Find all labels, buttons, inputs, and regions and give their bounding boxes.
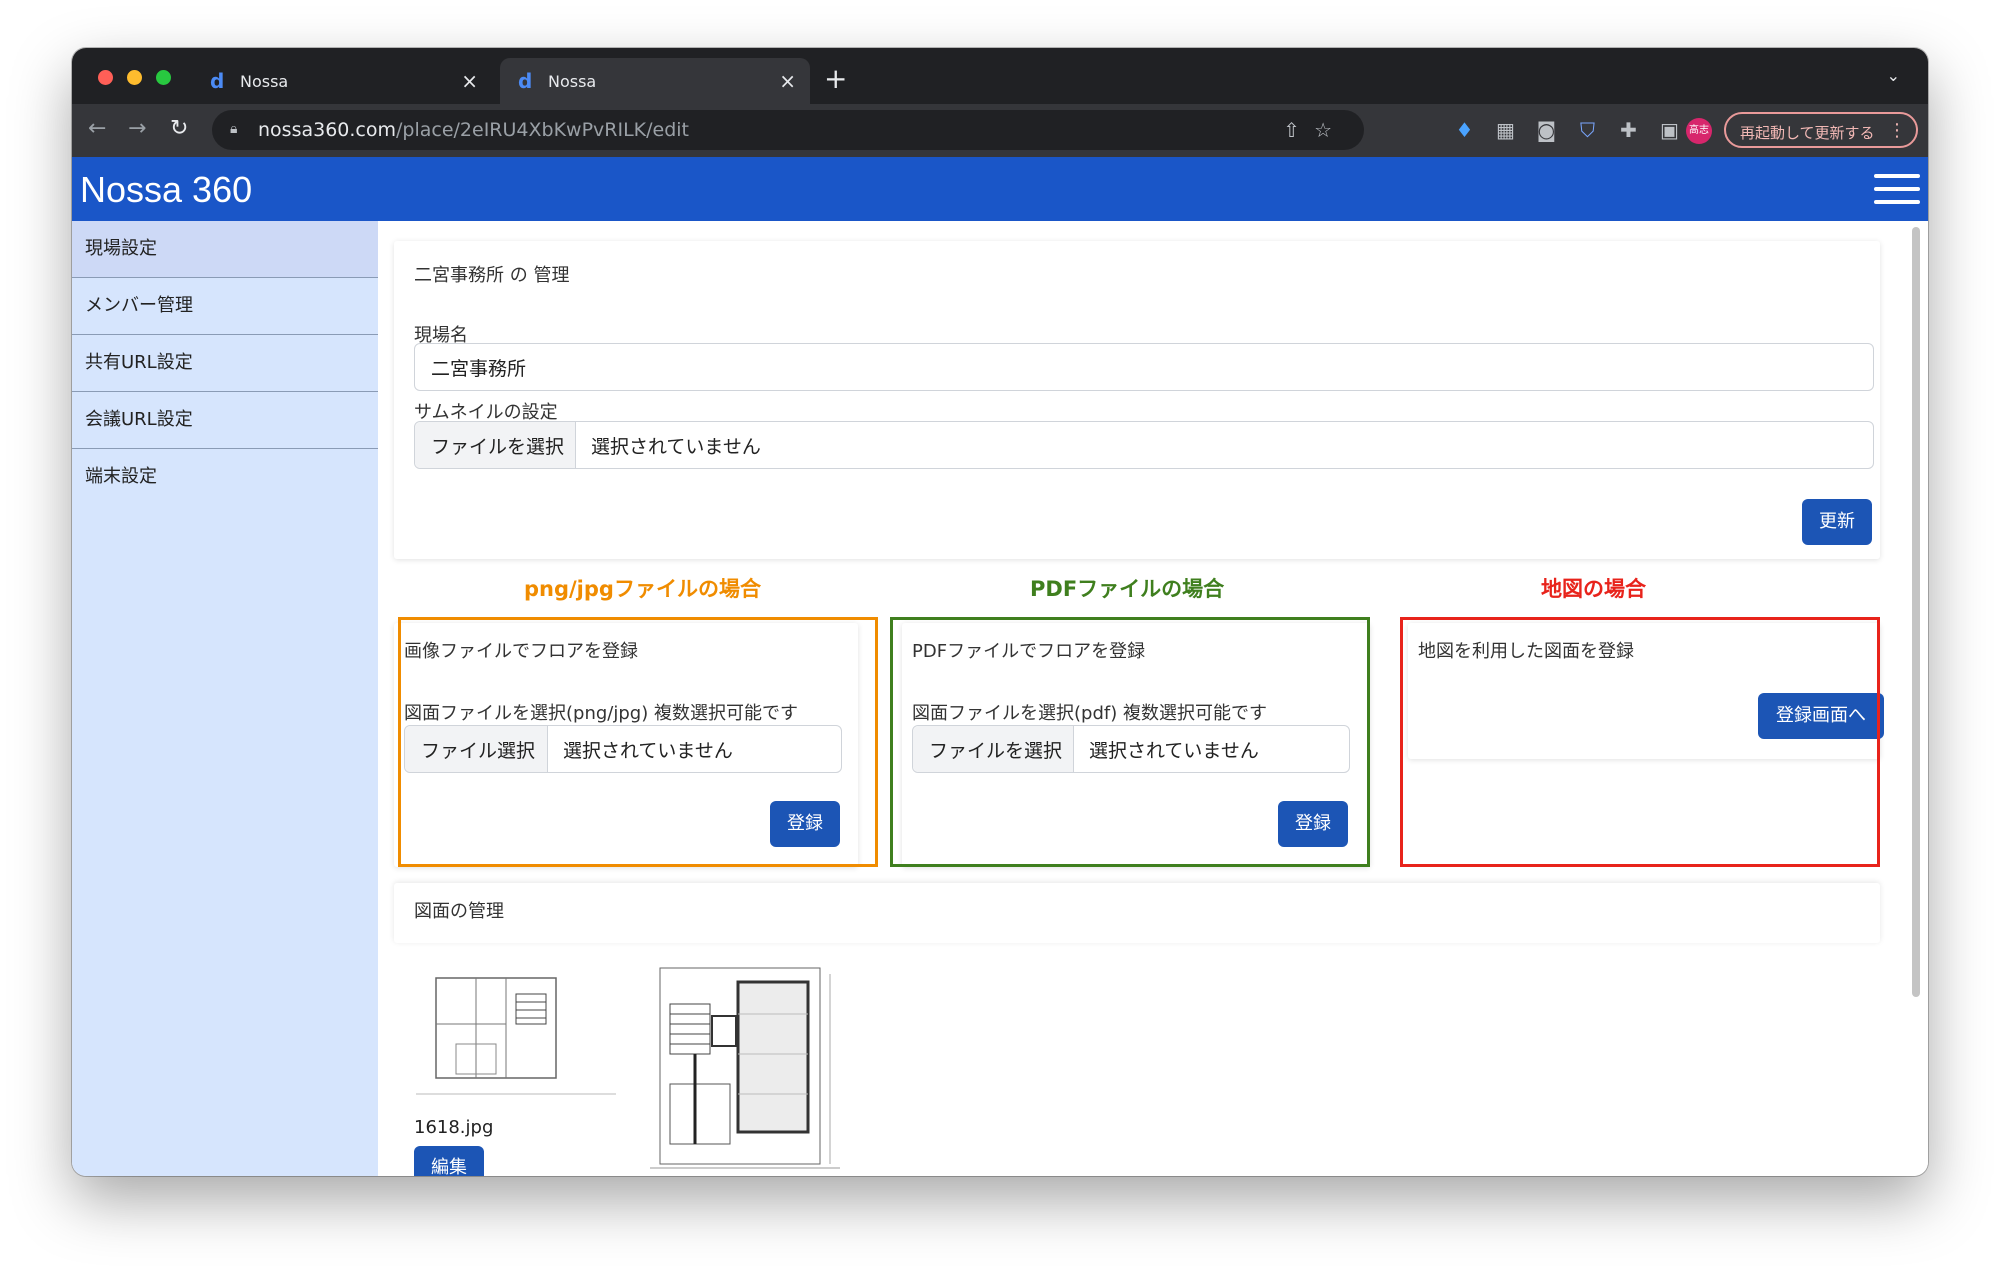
choose-file-button[interactable]: ファイルを選択: [415, 422, 576, 468]
sidebar-item-members[interactable]: メンバー管理: [72, 278, 378, 335]
tab-title: Nossa: [240, 72, 289, 91]
forward-arrow-icon[interactable]: →: [128, 116, 146, 141]
main-content: 二宮事務所 の 管理 現場名 二宮事務所 サムネイルの設定 ファイルを選択 選択…: [378, 221, 1928, 1176]
sidebar-item-share-url[interactable]: 共有URL設定: [72, 335, 378, 392]
drawing-filename: 1618.jpg: [414, 1117, 494, 1138]
new-tab-plus-icon[interactable]: +: [824, 62, 847, 95]
annotation-map: 地図の場合: [1541, 577, 1646, 601]
puzzle-extensions-icon[interactable]: ✚: [1608, 118, 1649, 142]
app-header: Nossa 360: [72, 157, 1928, 221]
relaunch-label: 再起動して更新する: [1740, 124, 1875, 142]
browser-window: d Nossa × d Nossa × + ⌄ ← → ↻ 🔒︎ nossa36…: [72, 48, 1928, 1176]
browser-tab-1[interactable]: d Nossa ×: [192, 58, 492, 104]
address-bar[interactable]: 🔒︎ nossa360.com/place/2eIRU4XbKwPvRILK/e…: [212, 110, 1364, 150]
window-controls: [98, 70, 180, 89]
tab-bar: d Nossa × d Nossa × + ⌄: [72, 48, 1928, 104]
sidebar-item-site-settings[interactable]: 現場設定: [72, 221, 378, 278]
site-settings-card: 二宮事務所 の 管理 現場名 二宮事務所 サムネイルの設定 ファイルを選択 選択…: [394, 241, 1880, 559]
site-name-value: 二宮事務所: [431, 358, 527, 380]
edit-button[interactable]: 編集: [414, 1146, 484, 1176]
tab-search-chevron-icon[interactable]: ⌄: [1887, 66, 1900, 85]
browser-tab-2[interactable]: d Nossa ×: [500, 58, 810, 104]
more-menu-icon[interactable]: ⋮: [1888, 120, 1906, 141]
sidebar: 現場設定 メンバー管理 共有URL設定 会議URL設定 端末設定: [72, 221, 378, 1176]
omnibox-actions: ⇧☆: [1283, 118, 1346, 142]
relaunch-update-button[interactable]: 再起動して更新する ⋮: [1724, 112, 1918, 148]
sidebar-item-meeting-url[interactable]: 会議URL設定: [72, 392, 378, 449]
annotation-box-image: [398, 617, 878, 867]
camera-icon[interactable]: ◙: [1526, 118, 1567, 142]
brand-logo[interactable]: Nossa 360: [80, 169, 252, 211]
back-arrow-icon[interactable]: ←: [88, 116, 106, 141]
card-title: 図面の管理: [414, 901, 504, 922]
nossa-favicon-icon: d: [210, 69, 225, 93]
file-status: 選択されていません: [591, 436, 761, 458]
side-panel-icon[interactable]: ▣: [1649, 118, 1690, 142]
url-path: /place/2eIRU4XbKwPvRILK/edit: [396, 119, 690, 141]
share-icon[interactable]: ⇧: [1283, 118, 1314, 142]
sidebar-item-devices[interactable]: 端末設定: [72, 449, 378, 505]
reload-icon[interactable]: ↻: [170, 116, 188, 141]
hamburger-menu-icon[interactable]: [1874, 174, 1920, 204]
lock-icon: 🔒︎: [230, 121, 238, 137]
annotation-box-map: [1400, 617, 1880, 867]
browser-toolbar: ← → ↻ 🔒︎ nossa360.com/place/2eIRU4XbKwPv…: [72, 104, 1928, 157]
close-window-button[interactable]: [98, 70, 113, 85]
floor-plan-thumbnail-2[interactable]: [640, 954, 850, 1176]
bitwarden-shield-icon[interactable]: ⛉: [1567, 118, 1608, 142]
annotation-box-pdf: [890, 617, 1370, 867]
vertical-scrollbar[interactable]: [1912, 227, 1920, 997]
close-tab-icon[interactable]: ×: [461, 69, 478, 93]
url-text[interactable]: nossa360.com/place/2eIRU4XbKwPvRILK/edit: [258, 119, 689, 141]
bookmark-star-icon[interactable]: ☆: [1314, 118, 1346, 142]
drawings-card: 図面の管理: [394, 883, 1880, 943]
tab-title: Nossa: [548, 72, 597, 91]
gem-extension-icon[interactable]: ♦: [1444, 118, 1485, 142]
extensions-area: ♦ ▦ ◙ ⛉ ✚ ▣: [1444, 118, 1690, 142]
maximize-window-button[interactable]: [156, 70, 172, 85]
card-title: 二宮事務所 の 管理: [414, 265, 570, 286]
nossa-favicon-icon: d: [518, 69, 533, 93]
close-tab-icon[interactable]: ×: [779, 69, 796, 93]
site-name-input[interactable]: 二宮事務所: [414, 343, 1874, 391]
url-host: nossa360.com: [258, 119, 396, 141]
thumbnail-file-input[interactable]: ファイルを選択 選択されていません: [414, 421, 1874, 469]
annotation-pdf: PDFファイルの場合: [1030, 577, 1225, 601]
choose-file-label: ファイルを選択: [431, 436, 565, 458]
profile-avatar[interactable]: 高志: [1686, 118, 1712, 144]
annotation-image: png/jpgファイルの場合: [524, 577, 761, 601]
update-button[interactable]: 更新: [1802, 499, 1872, 545]
minimize-window-button[interactable]: [127, 70, 143, 85]
floor-plan-thumbnail-1[interactable]: [416, 964, 616, 1104]
qr-code-icon[interactable]: ▦: [1485, 118, 1526, 142]
